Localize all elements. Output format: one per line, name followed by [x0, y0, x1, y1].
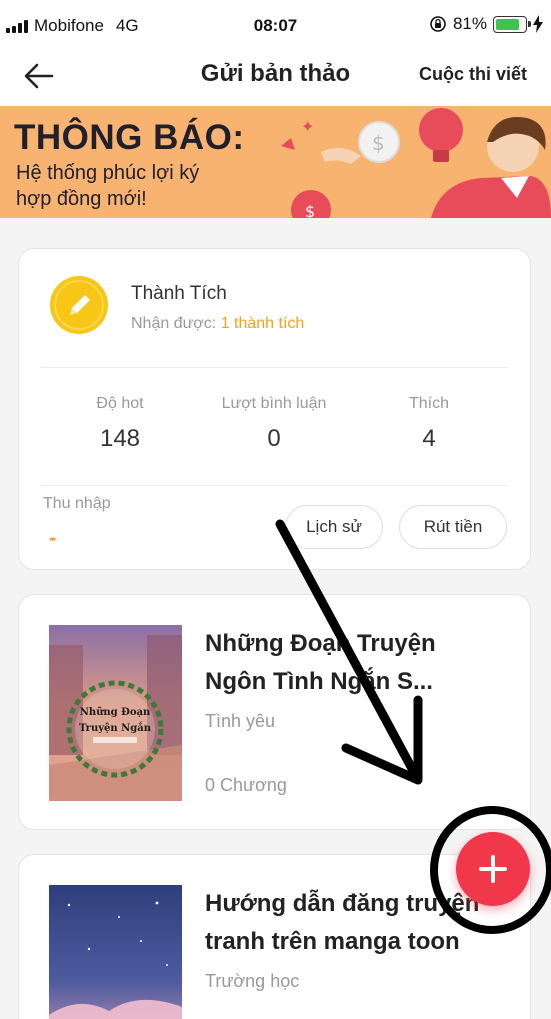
banner-illustration: ✦ $ $ [281, 108, 551, 218]
stat-comments: Lượt bình luận 0 [189, 395, 359, 453]
stat-likes-value: 4 [422, 425, 436, 452]
stat-likes-label: Thích [408, 395, 449, 412]
story-title-line2: tranh trên manga toon [205, 928, 460, 955]
story-title-line1: Hướng dẫn đăng truyện [205, 890, 480, 917]
cover-text-line2: Truyện Ngắn [79, 722, 152, 734]
stat-hot-value: 148 [99, 425, 141, 452]
pencil-badge-icon [50, 276, 108, 334]
battery-percent: 81% [452, 14, 487, 33]
svg-text:$: $ [372, 131, 385, 155]
achievement-title: Thành Tích [131, 283, 227, 304]
history-button[interactable]: Lịch sử [285, 505, 383, 549]
story-cover-image [49, 885, 182, 1019]
divider [41, 485, 508, 486]
stat-likes: Thích 4 [344, 395, 514, 453]
story-title[interactable]: Những Đoạn Truyện Ngôn Tình Ngắn S... [205, 625, 505, 701]
achievement-received-label: Nhận được: [131, 315, 221, 332]
stat-hot-label: Độ hot [96, 395, 144, 412]
story-chapter-count: 0 Chương [205, 775, 287, 795]
stat-comments-value: 0 [267, 425, 281, 452]
svg-text:✦: ✦ [301, 117, 314, 136]
writing-contest-link[interactable]: Cuộc thi viết [419, 64, 527, 85]
story-title-line2: Ngôn Tình Ngắn S... [205, 668, 433, 695]
story-card[interactable]: Hướng dẫn đăng truyện tranh trên manga t… [18, 854, 531, 1019]
stat-comments-label: Lượt bình luận [221, 395, 327, 412]
announcement-banner[interactable]: THÔNG BÁO: Hệ thống phúc lợi ký hợp đồng… [0, 106, 551, 218]
plus-icon [479, 855, 507, 883]
rotation-lock-icon [430, 16, 446, 32]
achievement-count-link[interactable]: 1 thành tích [221, 315, 305, 332]
svg-text:$: $ [305, 202, 315, 218]
battery-icon [493, 15, 531, 33]
story-cover-image: Những Đoạn Truyện Ngắn [49, 625, 182, 801]
stat-hot: Độ hot 148 [35, 395, 205, 453]
story-card[interactable]: Những Đoạn Truyện Ngắn Những Đoạn Truyện… [18, 594, 531, 830]
story-title-line1: Những Đoạn Truyện [205, 630, 436, 657]
story-title[interactable]: Hướng dẫn đăng truyện tranh trên manga t… [205, 885, 505, 961]
income-label: Thu nhập [43, 495, 111, 512]
achievement-received: Nhận được: 1 thành tích [131, 315, 304, 333]
banner-subtitle-line2: hợp đồng mới! [16, 188, 147, 210]
nav-bar: Gửi bản thảo Cuộc thi viết [0, 46, 551, 106]
story-cover[interactable]: Những Đoạn Truyện Ngắn [49, 625, 182, 801]
story-genre: Trường học [205, 971, 300, 991]
charging-icon [533, 15, 543, 33]
add-story-button[interactable] [456, 832, 530, 906]
battery-fill [496, 18, 519, 30]
achievement-card: Thành Tích Nhận được: 1 thành tích Độ ho… [18, 248, 531, 570]
divider [41, 367, 508, 368]
cover-text-line1: Những Đoạn [80, 707, 151, 718]
story-cover[interactable] [49, 885, 182, 1019]
income-value: - [49, 525, 57, 550]
story-genre: Tình yêu [205, 711, 276, 731]
banner-title: THÔNG BÁO: [14, 118, 245, 157]
banner-subtitle: Hệ thống phúc lợi ký hợp đồng mới! [16, 160, 276, 212]
banner-subtitle-line1: Hệ thống phúc lợi ký [16, 162, 200, 184]
status-right: 81% [429, 14, 543, 34]
withdraw-button[interactable]: Rút tiền [399, 505, 507, 549]
